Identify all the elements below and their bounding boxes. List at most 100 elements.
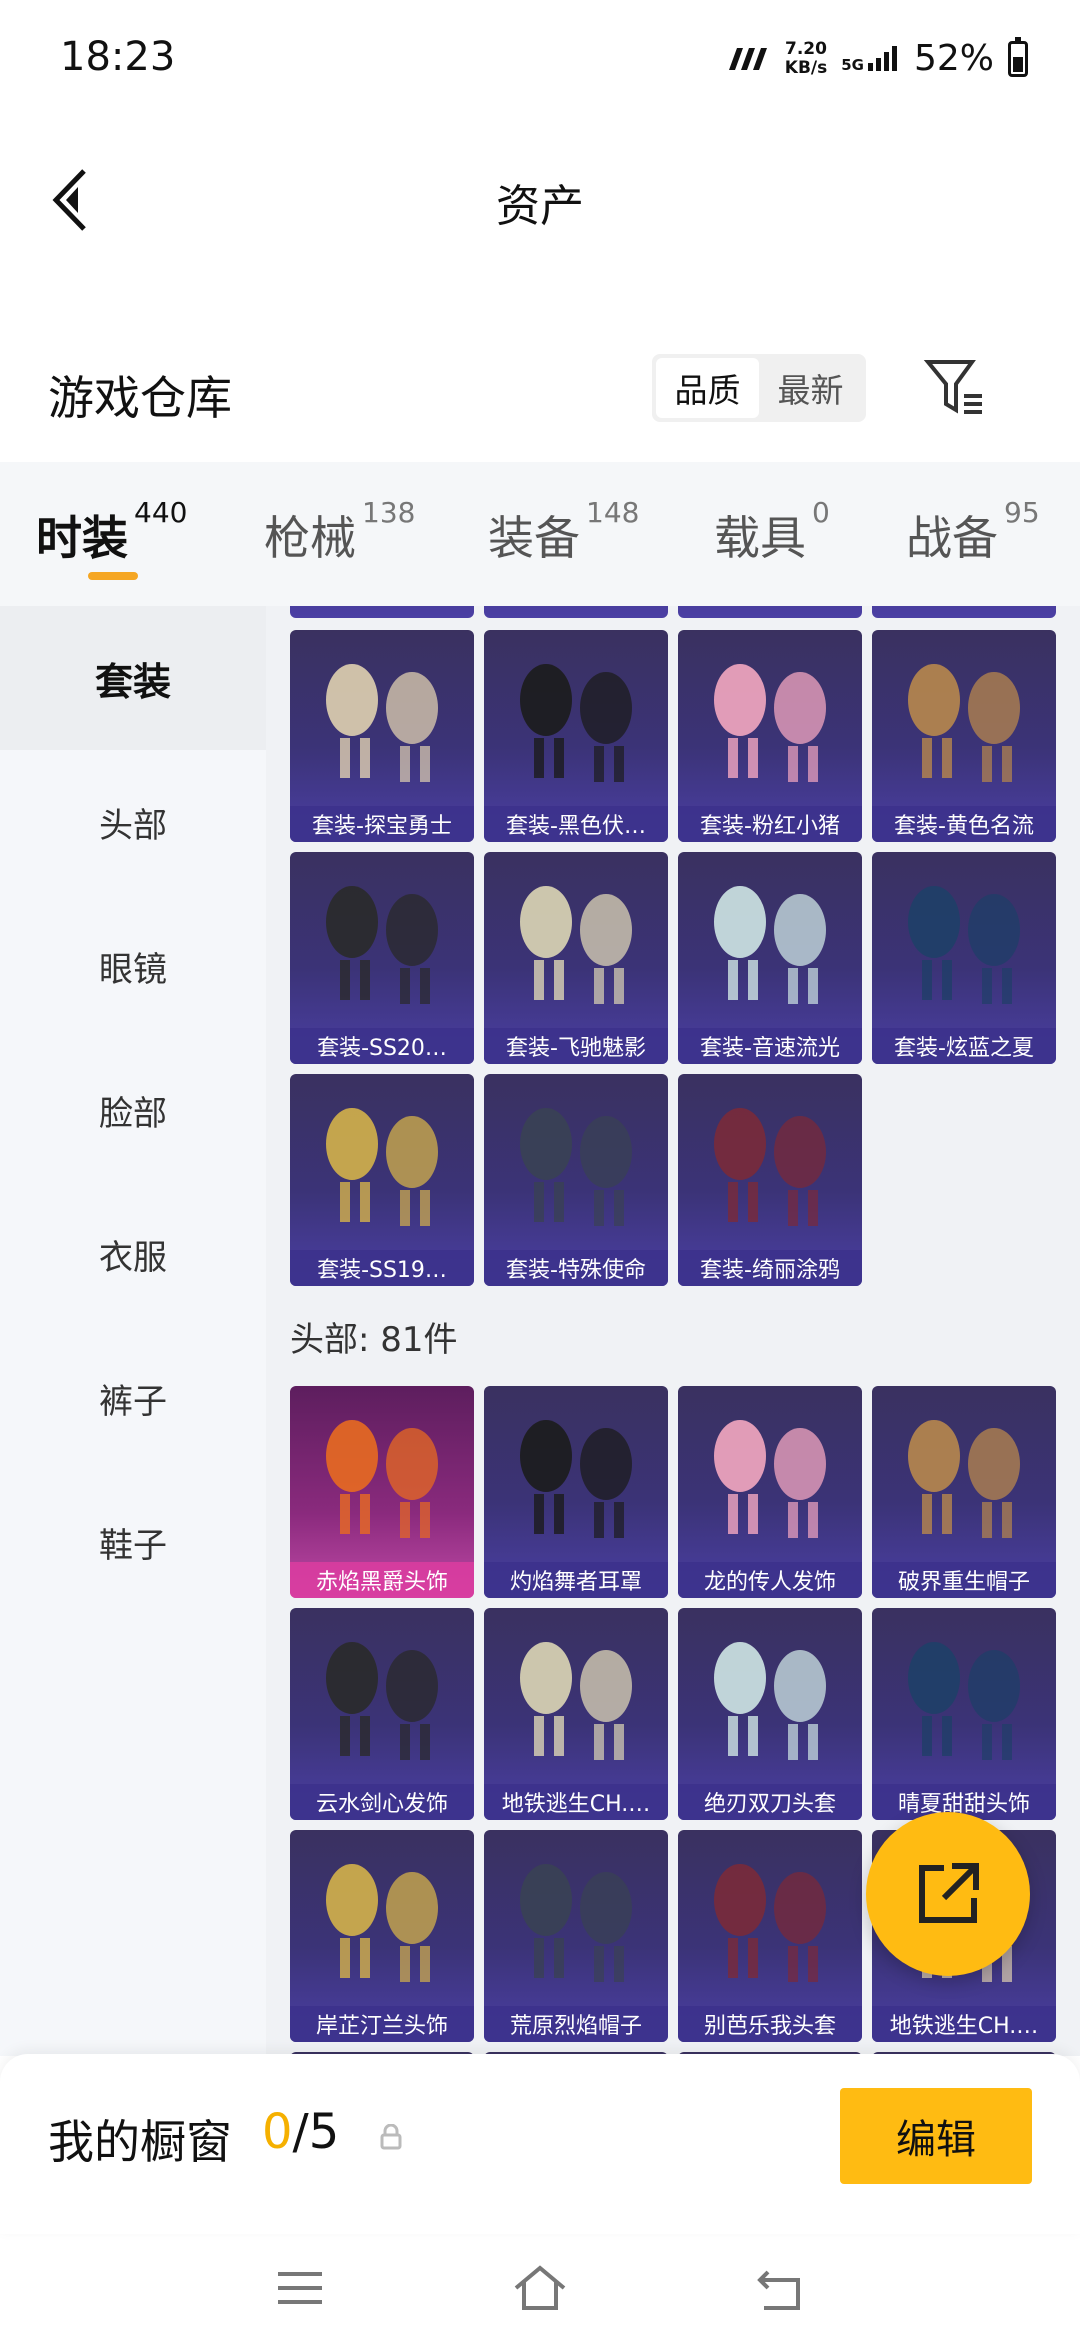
item-card[interactable]: 别芭乐我头套	[678, 1830, 862, 2042]
edit-button[interactable]: 编辑	[840, 2088, 1032, 2184]
section-title-head: 头部: 81件	[290, 1320, 458, 1360]
nav-header: 资产	[0, 140, 1080, 260]
item-label: 荒原烈焰帽子	[484, 2006, 668, 2042]
item-image	[908, 1642, 1020, 1760]
item-image	[326, 1642, 438, 1760]
battery-icon	[1008, 36, 1028, 77]
item-image	[714, 1420, 826, 1538]
item-card[interactable]: 套装-飞驰魅影	[484, 852, 668, 1064]
item-image	[326, 664, 438, 782]
item-card[interactable]: 套装-炫蓝之夏	[872, 852, 1056, 1064]
item-label: 破界重生帽子	[872, 1562, 1056, 1598]
sidebar-item-suit[interactable]: 套装	[0, 606, 266, 750]
share-button[interactable]	[866, 1812, 1030, 1976]
item-image	[520, 1642, 632, 1760]
item-label: 套装-飞驰魅影	[484, 1028, 668, 1064]
active-tab-indicator	[88, 572, 138, 580]
item-image	[714, 886, 826, 1004]
item-card[interactable]: 岸芷汀兰头饰	[290, 1830, 474, 2042]
tab-vehicles[interactable]: 载具 0	[714, 496, 830, 568]
item-card[interactable]	[678, 606, 862, 618]
sidebar-item-pants[interactable]: 裤子	[0, 1326, 266, 1470]
item-image	[714, 664, 826, 782]
cell-signal-icon	[867, 45, 897, 71]
item-card[interactable]: 套装-音速流光	[678, 852, 862, 1064]
item-card[interactable]: 云水剑心发饰	[290, 1608, 474, 1820]
item-image	[908, 664, 1020, 782]
sidebar-item-head[interactable]: 头部	[0, 750, 266, 894]
item-card[interactable]	[290, 606, 474, 618]
item-label: 岸芷汀兰头饰	[290, 2006, 474, 2042]
item-card[interactable]: 套装-黄色名流	[872, 630, 1056, 842]
showcase-label: 我的橱窗	[48, 2115, 232, 2169]
tab-fashion[interactable]: 时装 440	[36, 496, 187, 568]
item-card[interactable]: 破界重生帽子	[872, 1386, 1056, 1598]
item-image	[520, 1420, 632, 1538]
filter-button[interactable]	[922, 354, 988, 420]
item-label: 龙的传人发饰	[678, 1562, 862, 1598]
item-image	[714, 1642, 826, 1760]
sort-quality[interactable]: 品质	[656, 358, 759, 418]
item-label: 套装-SS20…	[290, 1028, 474, 1064]
status-icons: 7.20 KB/s 5G 52%	[725, 36, 1028, 79]
item-card[interactable]: 绝刃双刀头套	[678, 1608, 862, 1820]
sidebar-item-face[interactable]: 脸部	[0, 1038, 266, 1182]
showcase-count: 0/5	[262, 2104, 340, 2160]
item-image	[326, 1108, 438, 1226]
item-card[interactable]: 套装-探宝勇士	[290, 630, 474, 842]
item-card[interactable]: 荒原烈焰帽子	[484, 1830, 668, 2042]
sidebar: 套装 头部 眼镜 脸部 衣服 裤子 鞋子	[0, 606, 266, 2056]
item-label: 套装-特殊使命	[484, 1250, 668, 1286]
item-label: 地铁逃生CH.…	[484, 1784, 668, 1820]
sort-newest[interactable]: 最新	[759, 358, 862, 418]
network-speed: 7.20 KB/s	[784, 38, 828, 78]
showcase-bar: 我的橱窗 0/5 编辑	[0, 2054, 1080, 2234]
item-label: 套装-黄色名流	[872, 806, 1056, 842]
item-card[interactable]: 地铁逃生CH.…	[484, 1608, 668, 1820]
tab-equipment[interactable]: 装备 148	[488, 496, 639, 568]
tab-supplies[interactable]: 战备 95	[906, 496, 1040, 568]
item-card[interactable]: 套装-粉红小猪	[678, 630, 862, 842]
signal-brand-icon	[728, 47, 767, 70]
item-card[interactable]: 晴夏甜甜头饰	[872, 1608, 1056, 1820]
sidebar-item-shoes[interactable]: 鞋子	[0, 1470, 266, 1614]
cell-signal: 5G	[841, 45, 900, 73]
warehouse-title: 游戏仓库	[48, 371, 232, 425]
sidebar-item-clothes[interactable]: 衣服	[0, 1182, 266, 1326]
item-label: 绝刃双刀头套	[678, 1784, 862, 1820]
item-image	[714, 1108, 826, 1226]
item-image	[908, 886, 1020, 1004]
tab-guns[interactable]: 枪械 138	[264, 496, 415, 568]
item-label: 套装-粉红小猪	[678, 806, 862, 842]
item-card[interactable]: 套装-绮丽涂鸦	[678, 1074, 862, 1286]
item-label: 套装-绮丽涂鸦	[678, 1250, 862, 1286]
sidebar-item-glasses[interactable]: 眼镜	[0, 894, 266, 1038]
item-card[interactable]: 赤焰黑爵头饰	[290, 1386, 474, 1598]
item-image	[520, 886, 632, 1004]
sort-toggle: 品质 最新	[652, 354, 866, 422]
battery-percent: 52%	[913, 38, 994, 79]
item-card[interactable]: 灼焰舞者耳罩	[484, 1386, 668, 1598]
item-card[interactable]: 套装-SS20…	[290, 852, 474, 1064]
external-link-icon	[919, 1863, 979, 1923]
item-label: 灼焰舞者耳罩	[484, 1562, 668, 1598]
item-label: 套装-炫蓝之夏	[872, 1028, 1056, 1064]
item-label: 套装-音速流光	[678, 1028, 862, 1064]
menu-icon[interactable]	[270, 2258, 330, 2318]
item-card[interactable]	[872, 606, 1056, 618]
item-card[interactable]: 套装-特殊使命	[484, 1074, 668, 1286]
item-image	[326, 886, 438, 1004]
home-icon[interactable]	[510, 2258, 570, 2318]
item-card[interactable]	[484, 606, 668, 618]
back-nav-icon[interactable]	[750, 2258, 810, 2318]
lock-icon	[380, 2124, 402, 2150]
item-image	[520, 1864, 632, 1982]
item-card[interactable]: 套装-SS19…	[290, 1074, 474, 1286]
item-label: 套装-SS19…	[290, 1250, 474, 1286]
item-card[interactable]: 龙的传人发饰	[678, 1386, 862, 1598]
item-card[interactable]: 套装-黑色伏…	[484, 630, 668, 842]
item-image	[520, 664, 632, 782]
category-tabs: 时装 440 枪械 138 装备 148 载具 0 战备 95	[0, 462, 1080, 606]
warehouse-header: 游戏仓库 品质 最新	[0, 340, 1080, 460]
item-label: 云水剑心发饰	[290, 1784, 474, 1820]
